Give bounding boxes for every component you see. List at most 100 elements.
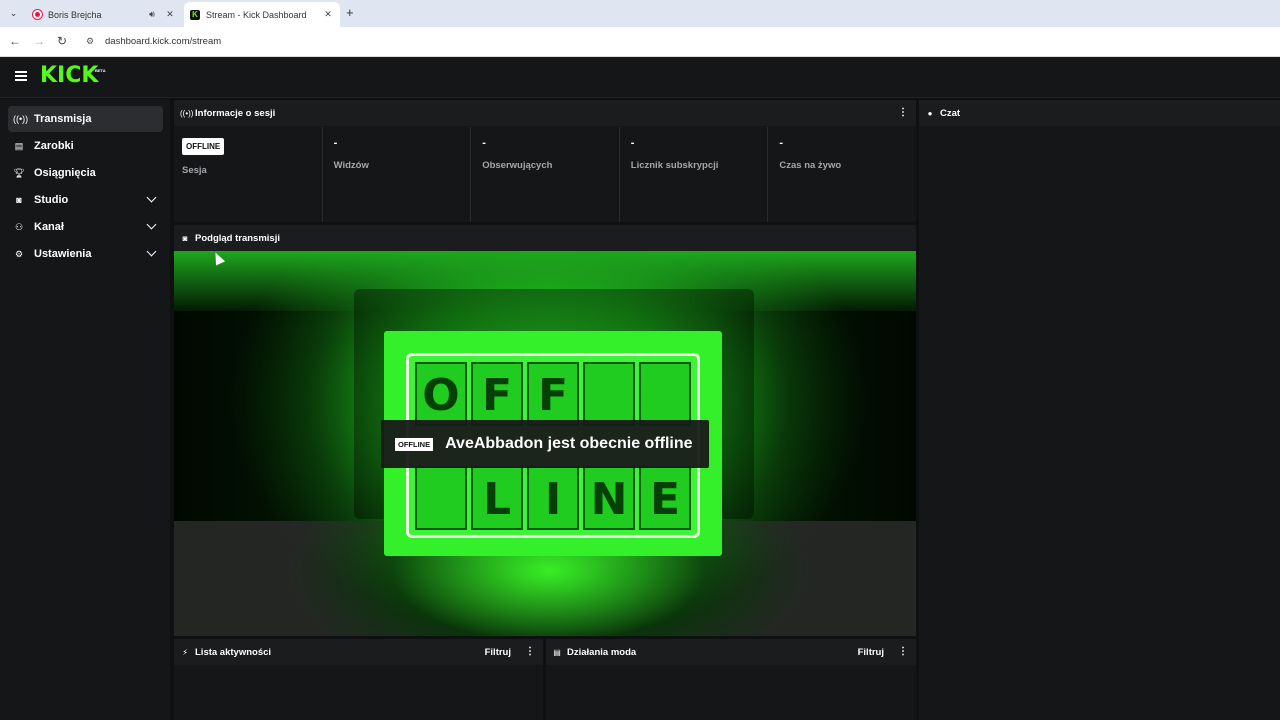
- beta-tag: BETA: [95, 68, 106, 73]
- letter-cell: O: [415, 362, 467, 426]
- document-icon: ▤: [553, 647, 561, 657]
- lightning-icon: ⚡︎: [182, 647, 188, 657]
- sidebar-item-zarobki[interactable]: ▤ Zarobki: [8, 133, 163, 159]
- panel-header: ▤ Działania moda Filtruj ⋮: [546, 639, 916, 665]
- sidebar-item-label: Studio: [34, 194, 69, 206]
- more-options-icon[interactable]: ⋮: [898, 108, 908, 118]
- chat-icon: ●: [927, 108, 933, 118]
- panel-title: Informacje o sesji: [195, 107, 276, 119]
- sidebar-item-label: Ustawienia: [34, 248, 92, 260]
- browser-tabbar: ⌄ Boris Brejcha 🔊︎ ✕ K Stream - Kick Das…: [0, 0, 1280, 27]
- panel-header: ● Czat: [919, 100, 1280, 126]
- studio-icon: ◙: [16, 195, 22, 205]
- forward-icon[interactable]: →: [33, 34, 45, 48]
- sidebar-item-label: Zarobki: [34, 140, 74, 152]
- session-info-panel: ((•)) Informacje o sesji ⋮ OFFLINE Sesja…: [174, 100, 916, 222]
- stream-preview-video[interactable]: O F F L I N E OFFLINE AveAbbadon jest ob…: [174, 251, 916, 636]
- chat-panel: ● Czat: [919, 100, 1280, 720]
- speaker-icon[interactable]: 🔊︎: [146, 9, 158, 20]
- stat-subscriptions: - Licznik subskrypcji: [619, 127, 769, 222]
- kick-logo[interactable]: KICK: [40, 64, 98, 88]
- address-bar: ← → ↻ ⚙ dashboard.kick.com/stream: [0, 27, 1280, 57]
- stat-followers: - Obserwujących: [471, 127, 620, 222]
- menu-icon[interactable]: [15, 71, 27, 81]
- tab-kick-dashboard[interactable]: K Stream - Kick Dashboard ✕: [184, 2, 340, 27]
- letter-cell: [639, 362, 691, 426]
- stat-label: Sesja: [182, 165, 207, 176]
- letter-cell: L: [471, 466, 523, 530]
- filter-button[interactable]: Filtruj: [485, 647, 511, 658]
- panel-header: ◙ Podgląd transmisji: [174, 225, 916, 251]
- music-favicon-icon: [33, 10, 42, 19]
- status-badge: OFFLINE: [395, 437, 434, 451]
- tab-title: Boris Brejcha: [48, 9, 102, 20]
- stat-viewers: - Widzów: [322, 127, 472, 222]
- trophy-icon: 🏆︎: [13, 167, 25, 178]
- activity-list-panel: ⚡︎ Lista aktywności Filtruj ⋮: [174, 639, 543, 720]
- letter-cell: F: [471, 362, 523, 426]
- stat-value: -: [482, 137, 486, 149]
- stat-value: -: [630, 137, 635, 149]
- sidebar-item-label: Kanał: [34, 221, 64, 233]
- broadcast-icon: ((•)): [180, 108, 194, 118]
- chevron-down-icon[interactable]: [147, 249, 157, 259]
- new-tab-button[interactable]: +: [346, 6, 354, 20]
- back-icon[interactable]: ←: [9, 34, 21, 48]
- channel-icon: ⚇: [14, 221, 24, 232]
- letter-cell: [415, 466, 467, 530]
- preview-icon: ◙: [182, 233, 188, 243]
- tab-title: Stream - Kick Dashboard: [206, 9, 307, 20]
- stat-live-time: - Czas na żywo: [768, 127, 916, 222]
- stat-label: Widzów: [333, 160, 369, 171]
- sidebar-item-kanal[interactable]: ⚇ Kanał: [8, 214, 163, 240]
- sidebar-item-studio[interactable]: ◙ Studio: [8, 187, 163, 213]
- filter-button[interactable]: Filtruj: [858, 647, 884, 658]
- chevron-down-icon[interactable]: [147, 222, 157, 232]
- stat-label: Obserwujących: [482, 160, 553, 171]
- close-icon[interactable]: ✕: [322, 9, 334, 20]
- sidebar-item-osiagniecia[interactable]: 🏆︎ Osiągnięcia: [8, 160, 163, 186]
- more-options-icon[interactable]: ⋮: [898, 647, 908, 657]
- tab-boris-brejcha[interactable]: Boris Brejcha 🔊︎ ✕: [27, 2, 182, 27]
- more-options-icon[interactable]: ⋮: [525, 647, 535, 657]
- stream-preview-panel: ◙ Podgląd transmisji O F F L I N E OFFLI…: [174, 225, 916, 636]
- letter-cell: I: [527, 466, 579, 530]
- status-badge: OFFLINE: [182, 138, 225, 155]
- url-field[interactable]: dashboard.kick.com/stream: [105, 36, 221, 47]
- mod-actions-panel: ▤ Działania moda Filtruj ⋮: [546, 639, 916, 720]
- letter-cell: [583, 362, 635, 426]
- panel-header: ⚡︎ Lista aktywności Filtruj ⋮: [174, 639, 543, 665]
- panel-title: Podgląd transmisji: [195, 232, 280, 244]
- kick-favicon-icon: K: [190, 9, 200, 20]
- letter-cell: F: [527, 362, 579, 426]
- kick-dashboard: KICK BETA ((•)) Transmisja ▤ Zarobki 🏆︎ …: [0, 57, 1280, 720]
- stat-label: Licznik subskrypcji: [630, 160, 719, 171]
- letter-cell: N: [583, 466, 635, 530]
- stat-value: -: [333, 137, 338, 149]
- reload-icon[interactable]: ↻: [57, 34, 67, 48]
- chart-icon: ▤: [14, 140, 24, 151]
- panel-title: Czat: [940, 107, 961, 119]
- sidebar-item-ustawienia[interactable]: ⚙ Ustawienia: [8, 241, 163, 267]
- stat-value: -: [779, 137, 784, 149]
- session-stats: OFFLINE Sesja - Widzów - Obserwujących -…: [174, 127, 916, 222]
- sidebar: ((•)) Transmisja ▤ Zarobki 🏆︎ Osiągnięci…: [0, 99, 170, 720]
- panel-title: Lista aktywności: [195, 646, 272, 658]
- sidebar-item-label: Transmisja: [34, 113, 92, 125]
- chevron-down-icon[interactable]: [147, 195, 157, 205]
- preview-shadow-left: [174, 311, 374, 521]
- offline-text: AveAbbadon jest obecnie offline: [445, 435, 693, 452]
- tab-search-icon[interactable]: ⌄: [6, 6, 21, 21]
- offline-message: OFFLINE AveAbbadon jest obecnie offline: [381, 420, 709, 468]
- close-icon[interactable]: ✕: [164, 9, 176, 20]
- top-bar: KICK BETA: [0, 57, 1280, 98]
- site-info-icon[interactable]: ⚙: [86, 36, 94, 47]
- letter-cell: E: [639, 466, 691, 530]
- broadcast-icon: ((•)): [13, 114, 29, 124]
- sidebar-item-transmisja[interactable]: ((•)) Transmisja: [8, 106, 163, 132]
- sidebar-item-label: Osiągnięcia: [34, 167, 96, 179]
- gear-icon: ⚙: [14, 248, 24, 259]
- stat-session: OFFLINE Sesja: [174, 127, 323, 222]
- panel-header: ((•)) Informacje o sesji ⋮: [174, 100, 916, 126]
- stat-label: Czas na żywo: [779, 160, 842, 171]
